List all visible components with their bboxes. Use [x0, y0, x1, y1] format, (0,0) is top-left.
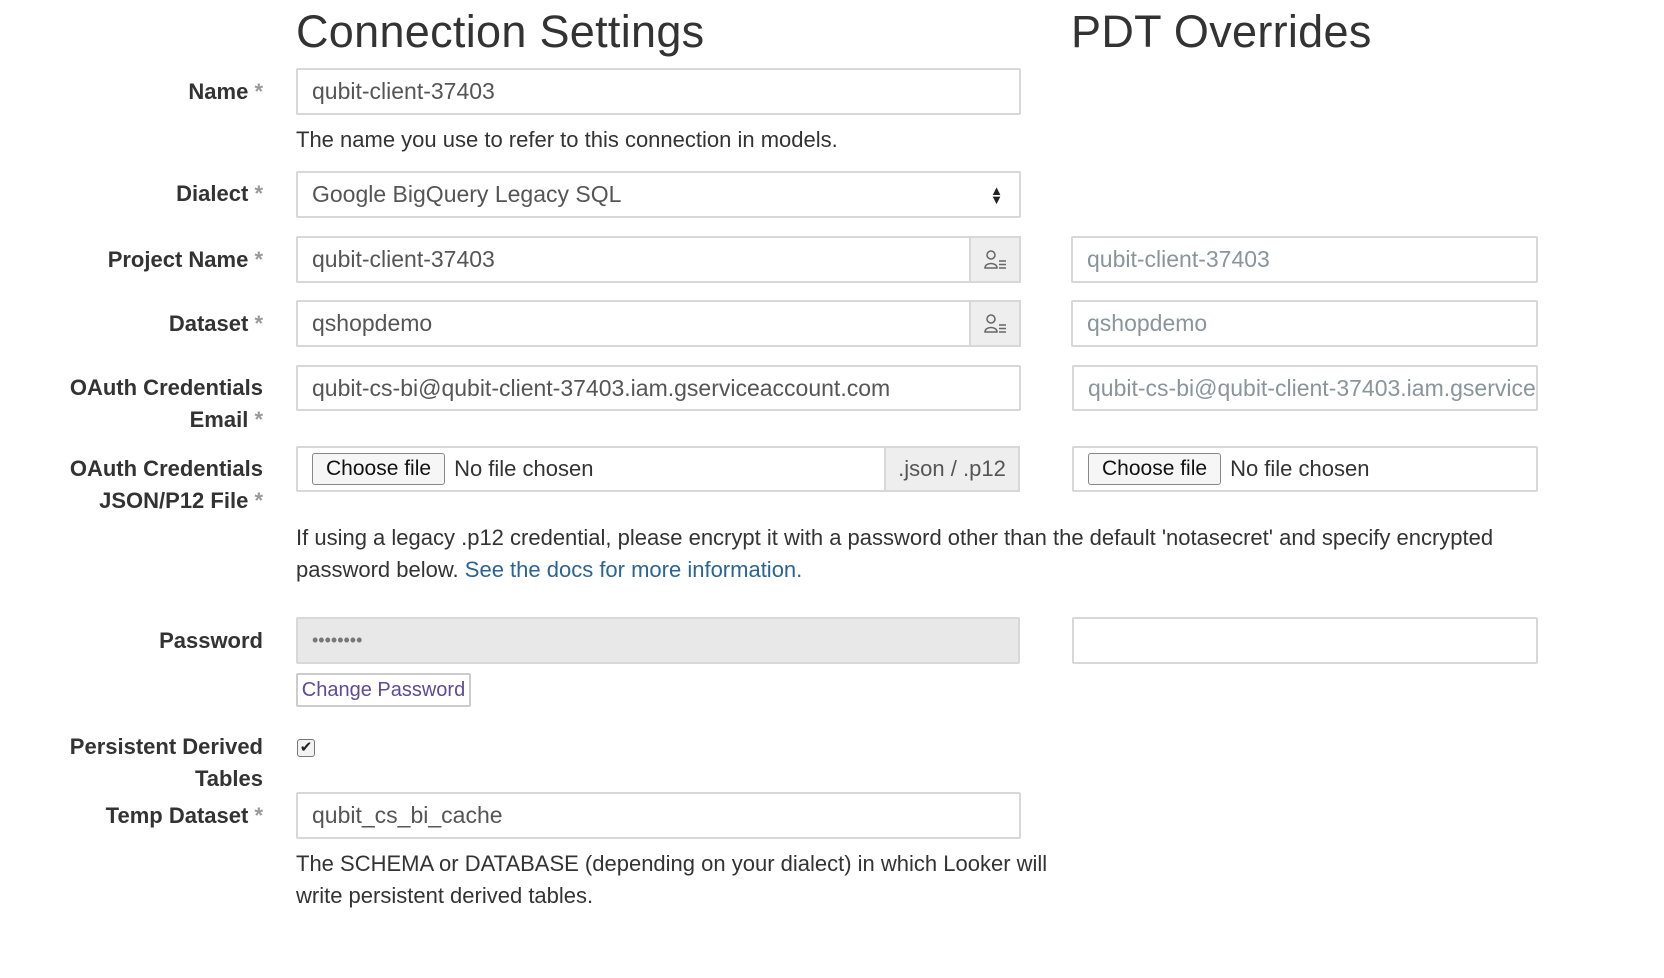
- oauth-email-input[interactable]: qubit-cs-bi@qubit-client-37403.iam.gserv…: [296, 365, 1021, 411]
- change-password-button[interactable]: Change Password: [296, 673, 471, 707]
- pdt-project-name-input[interactable]: qubit-client-37403: [1071, 236, 1538, 283]
- dataset-label: Dataset *: [168, 311, 263, 336]
- name-label: Name *: [188, 79, 263, 104]
- pdt-oauth-email-input[interactable]: qubit-cs-bi@qubit-client-37403.iam.gserv…: [1072, 365, 1538, 411]
- pdt-oauth-file-input[interactable]: Choose file No file chosen: [1072, 446, 1538, 492]
- temp-dataset-input[interactable]: qubit_cs_bi_cache: [296, 792, 1021, 839]
- dialect-selected-value: Google BigQuery Legacy SQL: [312, 181, 622, 207]
- oauth-file-input[interactable]: Choose file No file chosen: [296, 446, 886, 492]
- oauth-email-label: OAuth Credentials Email *: [69, 375, 263, 432]
- project-name-label: Project Name *: [107, 247, 263, 272]
- dataset-picker-button[interactable]: [969, 300, 1021, 347]
- file-type-addon: .json / .p12: [884, 446, 1020, 492]
- select-arrows-icon: ▲ ▼: [990, 182, 1003, 207]
- password-input: ••••••••: [296, 617, 1020, 664]
- docs-link[interactable]: See the docs for more information.: [465, 557, 803, 582]
- pdt-overrides-heading: PDT Overrides: [1071, 6, 1372, 57]
- connection-settings-heading: Connection Settings: [296, 6, 705, 57]
- user-list-icon: [984, 313, 1006, 333]
- p12-help-text: If using a legacy .p12 credential, pleas…: [296, 525, 1494, 582]
- choose-file-button[interactable]: Choose file: [312, 453, 446, 485]
- user-list-icon: [984, 249, 1006, 269]
- oauth-file-label: OAuth Credentials JSON/P12 File *: [69, 456, 263, 513]
- dataset-input[interactable]: qshopdemo: [296, 300, 971, 347]
- pdt-label: Persistent Derived Tables: [69, 734, 263, 791]
- pdt-password-input[interactable]: [1072, 617, 1538, 664]
- pdt-dataset-input[interactable]: qshopdemo: [1071, 300, 1538, 347]
- password-label: Password: [159, 628, 263, 653]
- pdt-checkbox[interactable]: ✔: [297, 739, 315, 757]
- pdt-choose-file-button[interactable]: Choose file: [1088, 453, 1222, 485]
- pdt-file-status-text: No file chosen: [1230, 456, 1370, 481]
- file-status-text: No file chosen: [454, 456, 594, 481]
- project-name-picker-button[interactable]: [969, 236, 1021, 283]
- temp-dataset-label: Temp Dataset *: [105, 803, 263, 828]
- dialect-label: Dialect *: [176, 181, 263, 206]
- project-name-input[interactable]: qubit-client-37403: [296, 236, 971, 283]
- temp-dataset-help-text: The SCHEMA or DATABASE (depending on you…: [296, 851, 1048, 908]
- name-help-text: The name you use to refer to this connec…: [296, 127, 838, 152]
- dialect-select[interactable]: Google BigQuery Legacy SQL ▲ ▼: [296, 171, 1021, 218]
- name-input[interactable]: qubit-client-37403: [296, 68, 1021, 115]
